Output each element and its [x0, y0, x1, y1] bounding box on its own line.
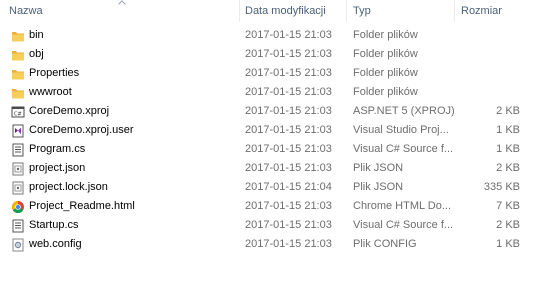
file-name: CoreDemo.xproj [29, 105, 110, 117]
list-item[interactable]: web.config 2017-01-15 21:03 Plik CONFIG … [0, 236, 541, 255]
list-item[interactable]: obj 2017-01-15 21:03 Folder plików [0, 46, 541, 65]
folder-icon [11, 29, 25, 43]
file-date: 2017-01-15 21:03 [245, 105, 332, 117]
file-date: 2017-01-15 21:03 [245, 67, 332, 79]
file-list: bin 2017-01-15 21:03 Folder plików obj 2… [0, 27, 541, 255]
cs-file-icon [11, 219, 25, 233]
column-header-date[interactable]: Data modyfikacji [245, 5, 326, 17]
list-item[interactable]: project.lock.json 2017-01-15 21:04 Plik … [0, 179, 541, 198]
sort-ascending-icon [118, 0, 126, 5]
svg-text:C#: C# [14, 112, 22, 118]
file-name: Project_Readme.html [29, 200, 135, 212]
xproj-icon: C# [11, 105, 25, 119]
column-separator[interactable] [454, 0, 455, 22]
file-name: Startup.cs [29, 219, 79, 231]
vs-user-icon [11, 124, 25, 138]
file-type: Folder plików [353, 29, 418, 41]
file-type: Visual C# Source f... [353, 219, 454, 231]
file-date: 2017-01-15 21:03 [245, 86, 332, 98]
file-type: Visual Studio Proj... [353, 124, 449, 136]
file-name: Program.cs [29, 143, 86, 155]
file-size: 335 KB [483, 181, 520, 193]
json-file-icon [11, 162, 25, 176]
column-header-row: Nazwa Data modyfikacji Typ Rozmiar [0, 0, 541, 22]
file-date: 2017-01-15 21:03 [245, 162, 332, 174]
file-date: 2017-01-15 21:03 [245, 200, 332, 212]
list-item[interactable]: bin 2017-01-15 21:03 Folder plików [0, 27, 541, 46]
file-type: Folder plików [353, 48, 418, 60]
folder-icon [11, 86, 25, 100]
list-item[interactable]: wwwroot 2017-01-15 21:03 Folder plików [0, 84, 541, 103]
file-date: 2017-01-15 21:03 [245, 124, 332, 136]
file-type: Folder plików [353, 86, 418, 98]
list-item[interactable]: Project_Readme.html 2017-01-15 21:03 Chr… [0, 198, 541, 217]
json-file-icon [11, 181, 25, 195]
file-type: ASP.NET 5 (XPROJ) [353, 105, 455, 117]
file-size: 1 KB [496, 238, 520, 250]
file-size: 7 KB [496, 200, 520, 212]
file-date: 2017-01-15 21:03 [245, 219, 332, 231]
file-date: 2017-01-15 21:04 [245, 181, 332, 193]
file-size: 1 KB [496, 143, 520, 155]
file-size: 2 KB [496, 162, 520, 174]
file-date: 2017-01-15 21:03 [245, 48, 332, 60]
column-separator[interactable] [346, 0, 347, 22]
folder-icon [11, 67, 25, 81]
file-date: 2017-01-15 21:03 [245, 29, 332, 41]
file-type: Visual C# Source f... [353, 143, 454, 155]
file-size: 2 KB [496, 219, 520, 231]
chrome-icon [11, 200, 25, 214]
file-date: 2017-01-15 21:03 [245, 143, 332, 155]
file-name: project.json [29, 162, 86, 174]
list-item[interactable]: C# CoreDemo.xproj 2017-01-15 21:03 ASP.N… [0, 103, 541, 122]
file-name: CoreDemo.xproj.user [29, 124, 134, 136]
column-header-size[interactable]: Rozmiar [461, 5, 502, 17]
config-file-icon [11, 238, 25, 252]
list-item[interactable]: Properties 2017-01-15 21:03 Folder plikó… [0, 65, 541, 84]
column-header-type[interactable]: Typ [353, 5, 371, 17]
cs-file-icon [11, 143, 25, 157]
file-type: Chrome HTML Do... [353, 200, 452, 212]
file-type: Plik CONFIG [353, 238, 417, 250]
file-name: Properties [29, 67, 80, 79]
file-type: Folder plików [353, 67, 418, 79]
file-name: bin [29, 29, 44, 41]
list-item[interactable]: Startup.cs 2017-01-15 21:03 Visual C# So… [0, 217, 541, 236]
column-separator[interactable] [239, 0, 240, 22]
file-name: project.lock.json [29, 181, 108, 193]
file-date: 2017-01-15 21:03 [245, 238, 332, 250]
file-size: 1 KB [496, 124, 520, 136]
folder-icon [11, 48, 25, 62]
file-type: Plik JSON [353, 162, 404, 174]
file-name: wwwroot [29, 86, 72, 98]
file-type: Plik JSON [353, 181, 404, 193]
list-item[interactable]: project.json 2017-01-15 21:03 Plik JSON … [0, 160, 541, 179]
list-item[interactable]: Program.cs 2017-01-15 21:03 Visual C# So… [0, 141, 541, 160]
file-name: obj [29, 48, 44, 60]
list-item[interactable]: CoreDemo.xproj.user 2017-01-15 21:03 Vis… [0, 122, 541, 141]
file-size: 2 KB [496, 105, 520, 117]
file-name: web.config [29, 238, 82, 250]
column-header-name[interactable]: Nazwa [9, 5, 43, 17]
